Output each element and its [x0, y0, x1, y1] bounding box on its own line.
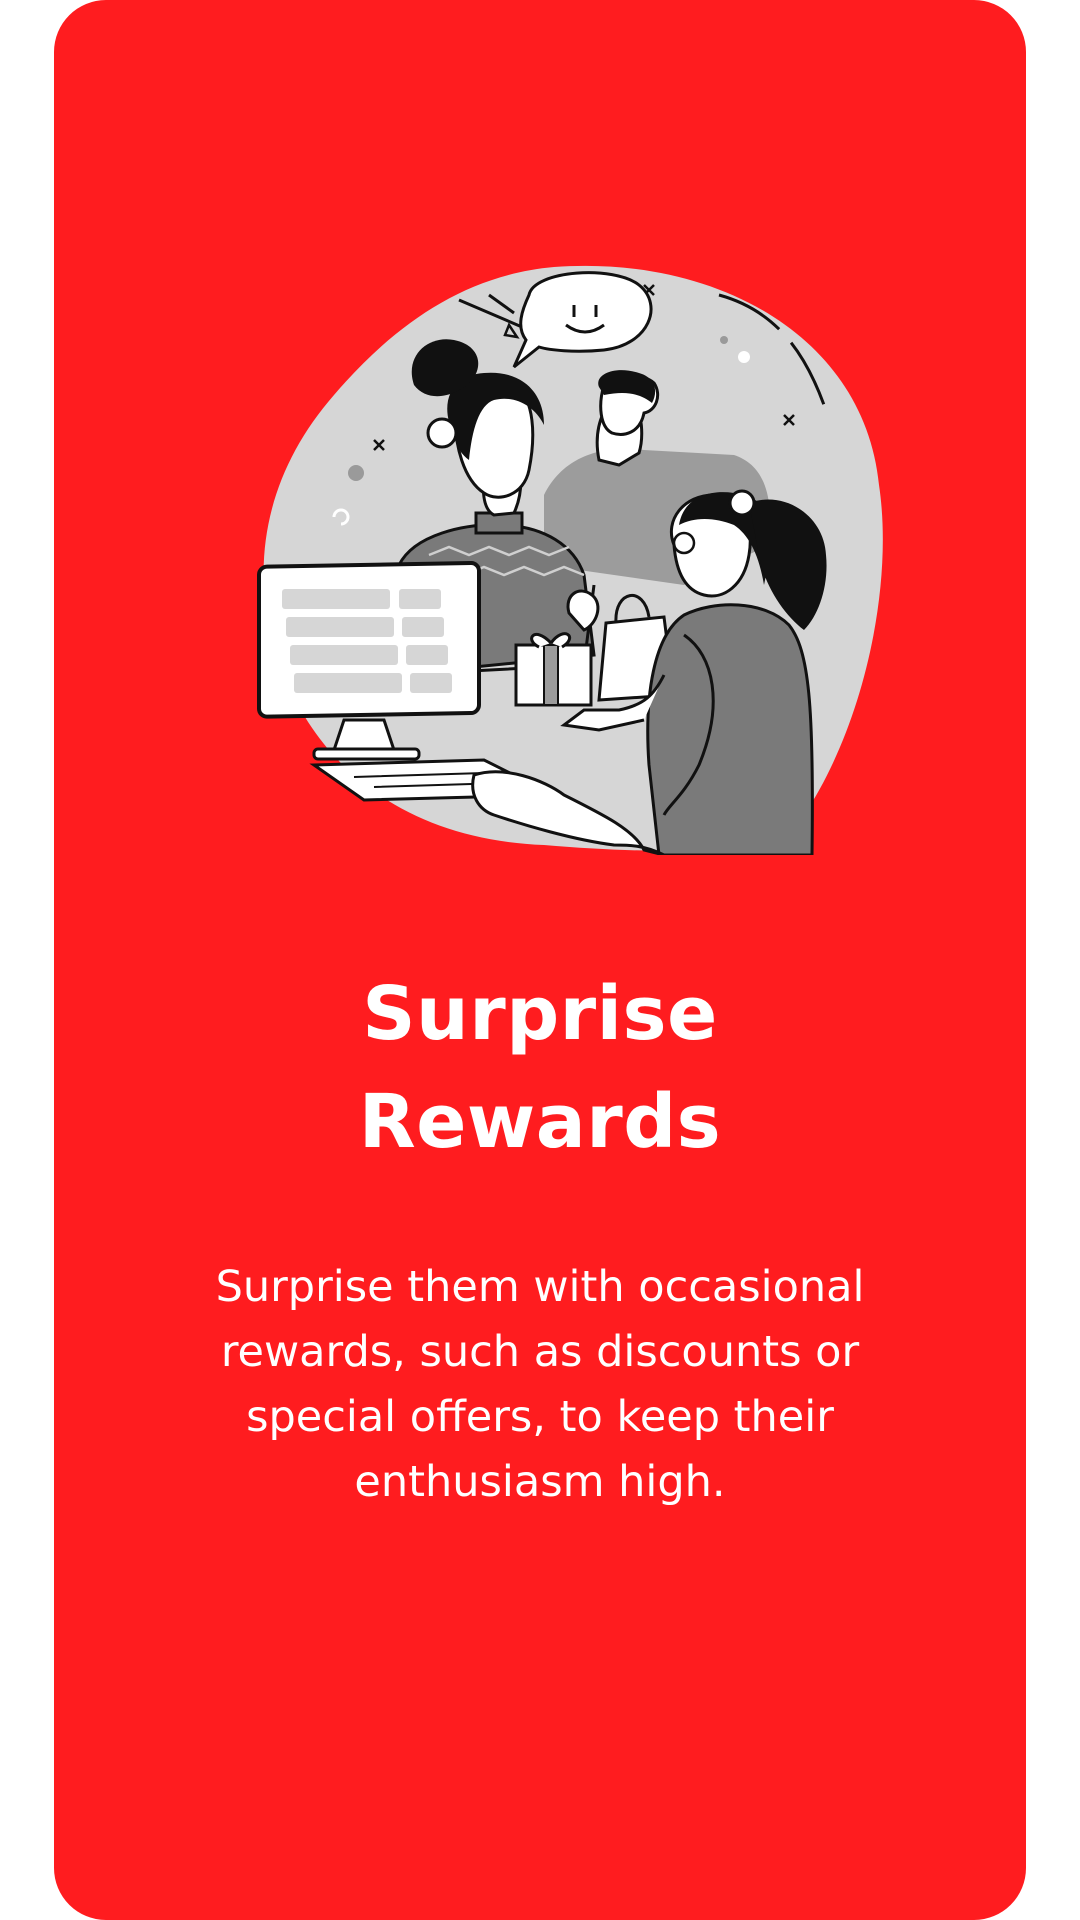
- customer-service-gift-illustration: [257, 265, 883, 855]
- card-description: Surprise them with occasional rewards, s…: [215, 1262, 865, 1507]
- onboarding-card: Surprise Rewards Surprise them with occa…: [54, 0, 1026, 1920]
- title-line-2: Rewards: [358, 1079, 722, 1165]
- title-line-1: Surprise: [362, 971, 718, 1057]
- card-title: Surprise Rewards: [54, 960, 1026, 1176]
